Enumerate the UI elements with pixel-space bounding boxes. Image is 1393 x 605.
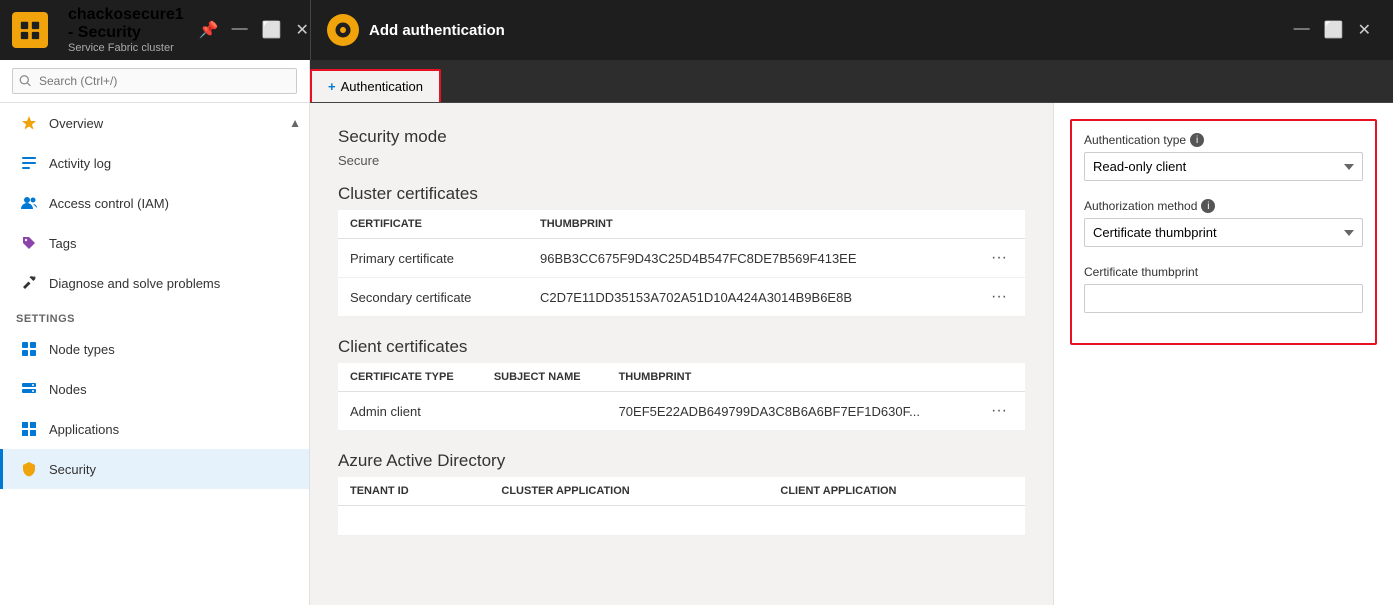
- cert-type-cell: Admin client: [338, 392, 482, 431]
- tab-plus-icon: +: [328, 79, 336, 94]
- auth-type-label-row: Authentication type i: [1084, 133, 1363, 147]
- aad-table: Tenant ID Cluster Application Client App…: [338, 477, 1025, 536]
- col-thumbprint: Thumbprint: [528, 210, 973, 239]
- auth-type-label: Authentication type: [1084, 133, 1186, 147]
- cert-thumbprint-cell: C2D7E11DD35153A702A51D10A424A3014B9B6E8B: [528, 278, 973, 317]
- chevron-up-icon: ▲: [289, 116, 301, 130]
- rph-minimize-button[interactable]: —: [1288, 16, 1316, 44]
- row-menu-button[interactable]: ···: [985, 286, 1013, 307]
- security-mode-title: Security mode: [338, 127, 1025, 147]
- wrench-icon: [19, 273, 39, 293]
- client-certs-section: Client certificates Certificate Type Sub…: [338, 337, 1025, 431]
- node-types-label: Node types: [49, 342, 115, 357]
- star-icon: [19, 113, 39, 133]
- client-certs-title: Client certificates: [338, 337, 1025, 357]
- sidebar-item-access-control[interactable]: Access control (IAM): [0, 183, 309, 223]
- sidebar-item-node-types[interactable]: Node types: [0, 329, 309, 369]
- app-subtitle: Service Fabric cluster: [68, 42, 184, 54]
- cluster-certs-table: Certificate Thumbprint Primary certifica…: [338, 210, 1025, 317]
- table-row: Primary certificate 96BB3CC675F9D43C25D4…: [338, 239, 1025, 278]
- sidebar-item-applications[interactable]: Applications: [0, 409, 309, 449]
- sidebar: Overview ▲ Activity log Access control (…: [0, 103, 310, 605]
- sidebar-item-diagnose[interactable]: Diagnose and solve problems: [0, 263, 309, 303]
- auth-type-select[interactable]: Read-only client Admin client: [1084, 152, 1363, 181]
- app-icon: [12, 12, 48, 48]
- pin-icon[interactable]: 📌: [194, 16, 224, 44]
- security-label: Security: [49, 462, 96, 477]
- activity-log-label: Activity log: [49, 156, 111, 171]
- security-mode-section: Security mode Secure: [338, 127, 1025, 168]
- col-cert-type: Certificate Type: [338, 363, 482, 392]
- col-tenant-id: Tenant ID: [338, 477, 489, 506]
- cert-name-cell: Primary certificate: [338, 239, 528, 278]
- overview-label: Overview: [49, 116, 103, 131]
- security-mode-value: Secure: [338, 153, 1025, 168]
- auth-method-info-icon[interactable]: i: [1201, 199, 1215, 213]
- rph-close-button[interactable]: ✕: [1352, 16, 1377, 44]
- nodes-label: Nodes: [49, 382, 87, 397]
- col-subject-name: Subject Name: [482, 363, 607, 392]
- table-row: Admin client 70EF5E22ADB649799DA3C8B6A6B…: [338, 392, 1025, 431]
- search-box: [12, 68, 297, 94]
- app-title-group: chackosecure1 - Security Service Fabric …: [68, 6, 184, 54]
- cluster-certs-section: Cluster certificates Certificate Thumbpr…: [338, 184, 1025, 317]
- minimize-button[interactable]: —: [226, 16, 254, 44]
- server-icon: [19, 379, 39, 399]
- cluster-certs-title: Cluster certificates: [338, 184, 1025, 204]
- aad-section: Azure Active Directory Tenant ID Cluster…: [338, 451, 1025, 536]
- diagnose-label: Diagnose and solve problems: [49, 276, 220, 291]
- right-panel: Authentication type i Read-only client A…: [1053, 103, 1393, 605]
- row-menu-button[interactable]: ···: [985, 400, 1013, 421]
- search-icon: [19, 75, 32, 88]
- auth-method-group: Authorization method i Certificate thumb…: [1084, 199, 1363, 247]
- aad-title: Azure Active Directory: [338, 451, 1025, 471]
- cert-thumbprint-label: Certificate thumbprint: [1084, 265, 1198, 279]
- cert-thumbprint-input[interactable]: [1084, 284, 1363, 313]
- sidebar-item-tags[interactable]: Tags: [0, 223, 309, 263]
- rph-maximize-button[interactable]: ⬜: [1318, 16, 1350, 44]
- cert-thumbprint-cell: 96BB3CC675F9D43C25D4B547FC8DE7B569F413EE: [528, 239, 973, 278]
- cert-name-cell: Secondary certificate: [338, 278, 528, 317]
- main-content: Security mode Secure Cluster certificate…: [310, 103, 1053, 605]
- auth-form: Authentication type i Read-only client A…: [1070, 119, 1377, 345]
- col-client-app: Client Application: [768, 477, 1025, 506]
- table-row: Secondary certificate C2D7E11DD35153A702…: [338, 278, 1025, 317]
- tags-label: Tags: [49, 236, 76, 251]
- col-certificate: Certificate: [338, 210, 528, 239]
- auth-method-select[interactable]: Certificate thumbprint Common name: [1084, 218, 1363, 247]
- tab-label: Authentication: [341, 79, 423, 94]
- applications-label: Applications: [49, 422, 119, 437]
- search-input[interactable]: [12, 68, 297, 94]
- nodes-icon: [19, 339, 39, 359]
- col-thumbprint2: Thumbprint: [607, 363, 973, 392]
- subject-name-cell: [482, 392, 607, 431]
- col-cluster-app: Cluster Application: [489, 477, 768, 506]
- rph-icon: [327, 14, 359, 46]
- sidebar-nav: Overview ▲ Activity log Access control (…: [0, 103, 309, 605]
- access-control-label: Access control (IAM): [49, 196, 169, 211]
- tag-icon: [19, 233, 39, 253]
- activity-log-icon: [19, 153, 39, 173]
- auth-type-info-icon[interactable]: i: [1190, 133, 1204, 147]
- sidebar-item-security[interactable]: Security: [0, 449, 309, 489]
- sidebar-item-activity-log[interactable]: Activity log: [0, 143, 309, 183]
- settings-header: SETTINGS: [0, 303, 309, 329]
- auth-method-label: Authorization method: [1084, 199, 1197, 213]
- auth-method-label-row: Authorization method i: [1084, 199, 1363, 213]
- auth-type-group: Authentication type i Read-only client A…: [1084, 133, 1363, 181]
- thumbprint-cell: 70EF5E22ADB649799DA3C8B6A6BF7EF1D630F...: [607, 392, 973, 431]
- right-panel-title: Add authentication: [369, 22, 1288, 39]
- row-menu-button[interactable]: ···: [985, 247, 1013, 268]
- people-icon: [19, 193, 39, 213]
- authentication-tab[interactable]: + Authentication: [310, 69, 441, 102]
- cert-thumbprint-group: Certificate thumbprint: [1084, 265, 1363, 313]
- app-main-title: chackosecure1 - Security: [68, 6, 184, 42]
- client-certs-table: Certificate Type Subject Name Thumbprint…: [338, 363, 1025, 431]
- sidebar-item-nodes[interactable]: Nodes: [0, 369, 309, 409]
- applications-icon: [19, 419, 39, 439]
- maximize-button[interactable]: ⬜: [256, 16, 288, 44]
- cert-thumbprint-label-row: Certificate thumbprint: [1084, 265, 1363, 279]
- sidebar-item-overview[interactable]: Overview ▲: [0, 103, 309, 143]
- security-icon: [19, 459, 39, 479]
